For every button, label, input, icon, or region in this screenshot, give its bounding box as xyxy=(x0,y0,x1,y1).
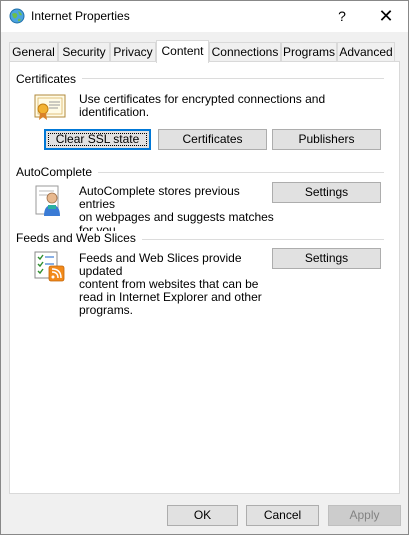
certificate-icon xyxy=(34,94,66,120)
clear-ssl-state-button[interactable]: Clear SSL state xyxy=(44,129,151,150)
tab-advanced[interactable]: Advanced xyxy=(337,42,395,62)
help-button[interactable]: ? xyxy=(327,4,357,29)
tab-security[interactable]: Security xyxy=(58,42,110,62)
feeds-settings-button[interactable]: Settings xyxy=(272,248,381,269)
feeds-rss-icon xyxy=(34,251,65,282)
cancel-button[interactable]: Cancel xyxy=(246,505,319,526)
autocomplete-description: AutoComplete stores previous entries on … xyxy=(79,185,279,237)
tab-content[interactable]: Content xyxy=(156,40,209,63)
tab-privacy[interactable]: Privacy xyxy=(110,42,156,62)
certificates-group-title: Certificates xyxy=(16,72,83,86)
close-button[interactable]: ✕ xyxy=(369,4,403,29)
certificates-description: Use certificates for encrypted connectio… xyxy=(79,92,326,119)
title-bar[interactable]: Internet Properties ? ✕ xyxy=(1,1,408,32)
apply-button[interactable]: Apply xyxy=(328,505,401,526)
autocomplete-description-line-1: AutoComplete stores previous entries xyxy=(79,184,240,211)
autocomplete-settings-button[interactable]: Settings xyxy=(272,182,381,203)
feeds-description-line-4: programs. xyxy=(79,303,134,317)
feeds-description: Feeds and Web Slices provide updated con… xyxy=(79,252,279,317)
tab-programs[interactable]: Programs xyxy=(281,42,337,62)
window-title: Internet Properties xyxy=(31,9,130,23)
ok-button[interactable]: OK xyxy=(167,505,238,526)
autocomplete-group-title: AutoComplete xyxy=(16,165,99,179)
tab-general[interactable]: General xyxy=(9,42,58,62)
autocomplete-user-icon xyxy=(35,185,60,216)
internet-properties-dialog: Internet Properties ? ✕ General Security… xyxy=(0,0,409,535)
feeds-group-title: Feeds and Web Slices xyxy=(16,231,142,245)
internet-globe-icon xyxy=(9,8,25,24)
tab-strip: General Security Privacy Content Connect… xyxy=(9,40,399,63)
focus-rectangle xyxy=(48,133,147,146)
tab-connections[interactable]: Connections xyxy=(209,42,281,62)
content-tab-panel: Certificates Use certificates for encryp… xyxy=(9,61,400,494)
feeds-description-line-1: Feeds and Web Slices provide updated xyxy=(79,251,242,278)
certificates-button[interactable]: Certificates xyxy=(158,129,267,150)
publishers-button[interactable]: Publishers xyxy=(272,129,381,150)
